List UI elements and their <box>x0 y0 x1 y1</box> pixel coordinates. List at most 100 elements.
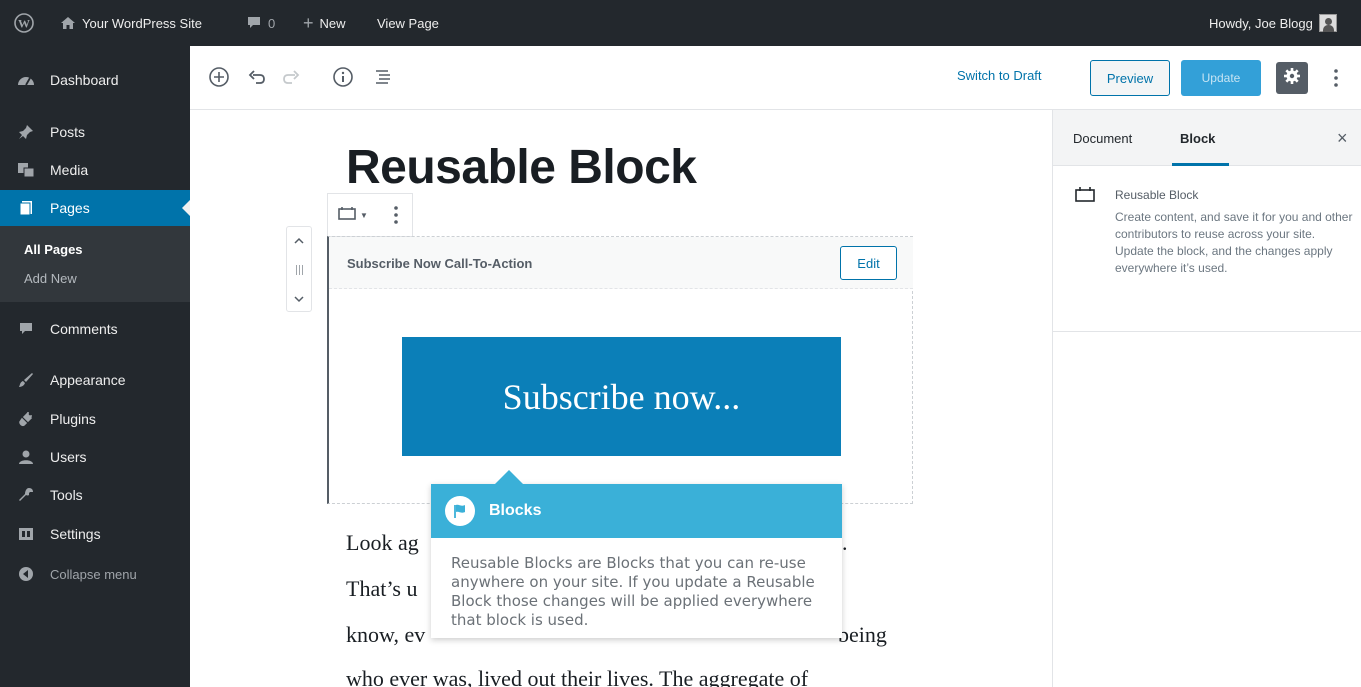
settings-toggle-button[interactable] <box>1276 62 1308 94</box>
collapse-icon <box>16 566 36 582</box>
sidebar-item-label: Comments <box>50 321 118 337</box>
plug-icon <box>16 411 36 427</box>
plus-icon: + <box>303 12 314 33</box>
brush-icon <box>16 372 36 388</box>
greeting-label: Howdy, Joe Blogg <box>1209 15 1313 31</box>
svg-text:W: W <box>18 17 30 31</box>
sidebar-item-label: Dashboard <box>50 72 119 88</box>
block-more-options-icon[interactable] <box>394 206 398 229</box>
site-name-label: Your WordPress Site <box>82 15 202 31</box>
tab-block[interactable]: Block <box>1171 110 1230 166</box>
tab-document[interactable]: Document <box>1073 110 1132 166</box>
tips-popover: Blocks Reusable Blocks are Blocks that y… <box>431 470 842 638</box>
dashboard-icon <box>16 72 36 88</box>
comment-icon <box>246 16 262 30</box>
undo-icon[interactable] <box>244 64 270 90</box>
tips-popover-header: Blocks <box>431 484 842 538</box>
wrench-icon <box>16 487 36 503</box>
pages-submenu: All Pages Add New <box>0 226 190 302</box>
move-up-icon[interactable] <box>293 233 305 251</box>
sidebar-item-dashboard[interactable]: Dashboard <box>0 62 190 98</box>
update-button[interactable]: Update <box>1181 60 1261 96</box>
block-card: Reusable Block Create content, and save … <box>1053 166 1361 332</box>
paragraph-line[interactable]: who ever was, lived out their lives. The… <box>346 666 808 687</box>
close-icon[interactable]: × <box>1337 128 1348 149</box>
sidebar-item-pages[interactable]: Pages <box>0 190 190 226</box>
settings-icon <box>16 526 36 542</box>
paragraph-line[interactable]: know, ev <box>346 622 425 648</box>
pages-icon <box>16 200 36 216</box>
view-page-link[interactable]: View Page <box>377 0 439 46</box>
block-mover <box>286 226 312 312</box>
editor-header: Switch to Draft Preview Update <box>190 46 1361 110</box>
submenu-all-pages[interactable]: All Pages <box>24 242 83 257</box>
sidebar-item-settings[interactable]: Settings <box>0 516 190 552</box>
block-toolbar: ▼ <box>327 193 413 237</box>
add-block-icon[interactable] <box>206 64 232 90</box>
sidebar-item-appearance[interactable]: Appearance <box>0 362 190 398</box>
comment-icon <box>16 322 36 336</box>
sidebar-item-label: Users <box>50 449 87 465</box>
settings-tabs: Document Block × <box>1053 110 1361 166</box>
sidebar-item-label: Settings <box>50 526 101 542</box>
account-menu[interactable]: Howdy, Joe Blogg <box>1209 0 1337 46</box>
media-icon <box>16 162 36 178</box>
reusable-block-header: Subscribe Now Call-To-Action Edit <box>329 237 913 289</box>
flag-icon <box>445 496 475 526</box>
edit-reusable-block-button[interactable]: Edit <box>840 246 897 280</box>
admin-bar: W Your WordPress Site 0 + New View Page … <box>0 0 1361 46</box>
block-switcher-button[interactable]: ▼ <box>338 206 368 225</box>
sidebar-item-comments[interactable]: Comments <box>0 311 190 347</box>
subscribe-button[interactable]: Subscribe now... <box>402 337 841 456</box>
block-navigation-icon[interactable] <box>370 64 396 90</box>
settings-sidebar: Document Block × Reusable Block Create c… <box>1052 110 1361 687</box>
paragraph-fragment: . <box>842 530 848 555</box>
paragraph-line[interactable]: Look ag <box>346 530 419 556</box>
sidebar-item-label: Media <box>50 162 89 178</box>
paragraph-fragment: being <box>838 622 887 647</box>
paragraph-line[interactable]: That’s u <box>346 576 418 602</box>
sidebar-item-label: Plugins <box>50 411 96 427</box>
sidebar-item-collapse[interactable]: Collapse menu <box>0 556 190 592</box>
reusable-block-icon <box>1075 186 1095 207</box>
new-label: New <box>319 15 346 31</box>
block-card-description: Create content, and save it for you and … <box>1115 210 1353 275</box>
wordpress-logo-icon[interactable]: W <box>14 0 34 46</box>
site-name-link[interactable]: Your WordPress Site <box>60 0 202 46</box>
sidebar-item-label: Appearance <box>50 372 126 388</box>
reusable-block-title: Subscribe Now Call-To-Action <box>347 256 533 271</box>
editor-screen: W Your WordPress Site 0 + New View Page … <box>0 0 1361 687</box>
admin-sidebar: Dashboard Posts Media Pages All Pages Ad… <box>0 46 190 687</box>
drag-handle-icon[interactable] <box>294 263 304 281</box>
switch-to-draft-button[interactable]: Switch to Draft <box>957 68 1042 83</box>
sidebar-item-label: Tools <box>50 487 83 503</box>
reusable-block-icon <box>338 206 356 225</box>
chevron-down-icon: ▼ <box>360 211 368 220</box>
submenu-add-new[interactable]: Add New <box>24 271 77 286</box>
sidebar-item-posts[interactable]: Posts <box>0 114 190 150</box>
users-icon <box>16 449 36 465</box>
sidebar-item-tools[interactable]: Tools <box>0 477 190 513</box>
home-icon <box>60 16 76 30</box>
more-options-icon[interactable] <box>1326 64 1346 92</box>
sidebar-item-label: Posts <box>50 124 86 140</box>
avatar <box>1318 14 1337 32</box>
block-card-title: Reusable Block <box>1115 188 1199 202</box>
sidebar-item-users[interactable]: Users <box>0 439 190 475</box>
move-down-icon[interactable] <box>293 291 305 309</box>
sidebar-item-label: Collapse menu <box>50 566 137 582</box>
preview-button[interactable]: Preview <box>1090 60 1170 96</box>
sidebar-item-media[interactable]: Media <box>0 152 190 188</box>
gear-icon <box>1283 67 1301 90</box>
info-icon[interactable] <box>330 64 356 90</box>
reusable-block[interactable]: Subscribe Now Call-To-Action Edit Subscr… <box>327 236 913 504</box>
sidebar-item-label: Pages <box>50 200 90 216</box>
new-link[interactable]: + New <box>303 0 346 46</box>
tips-popover-title: Blocks <box>489 502 542 519</box>
comments-count: 0 <box>268 15 276 31</box>
sidebar-item-plugins[interactable]: Plugins <box>0 401 190 437</box>
pin-icon <box>16 124 36 140</box>
comments-link[interactable]: 0 <box>246 0 275 46</box>
post-title[interactable]: Reusable Block <box>346 140 697 195</box>
redo-icon[interactable] <box>278 64 304 90</box>
